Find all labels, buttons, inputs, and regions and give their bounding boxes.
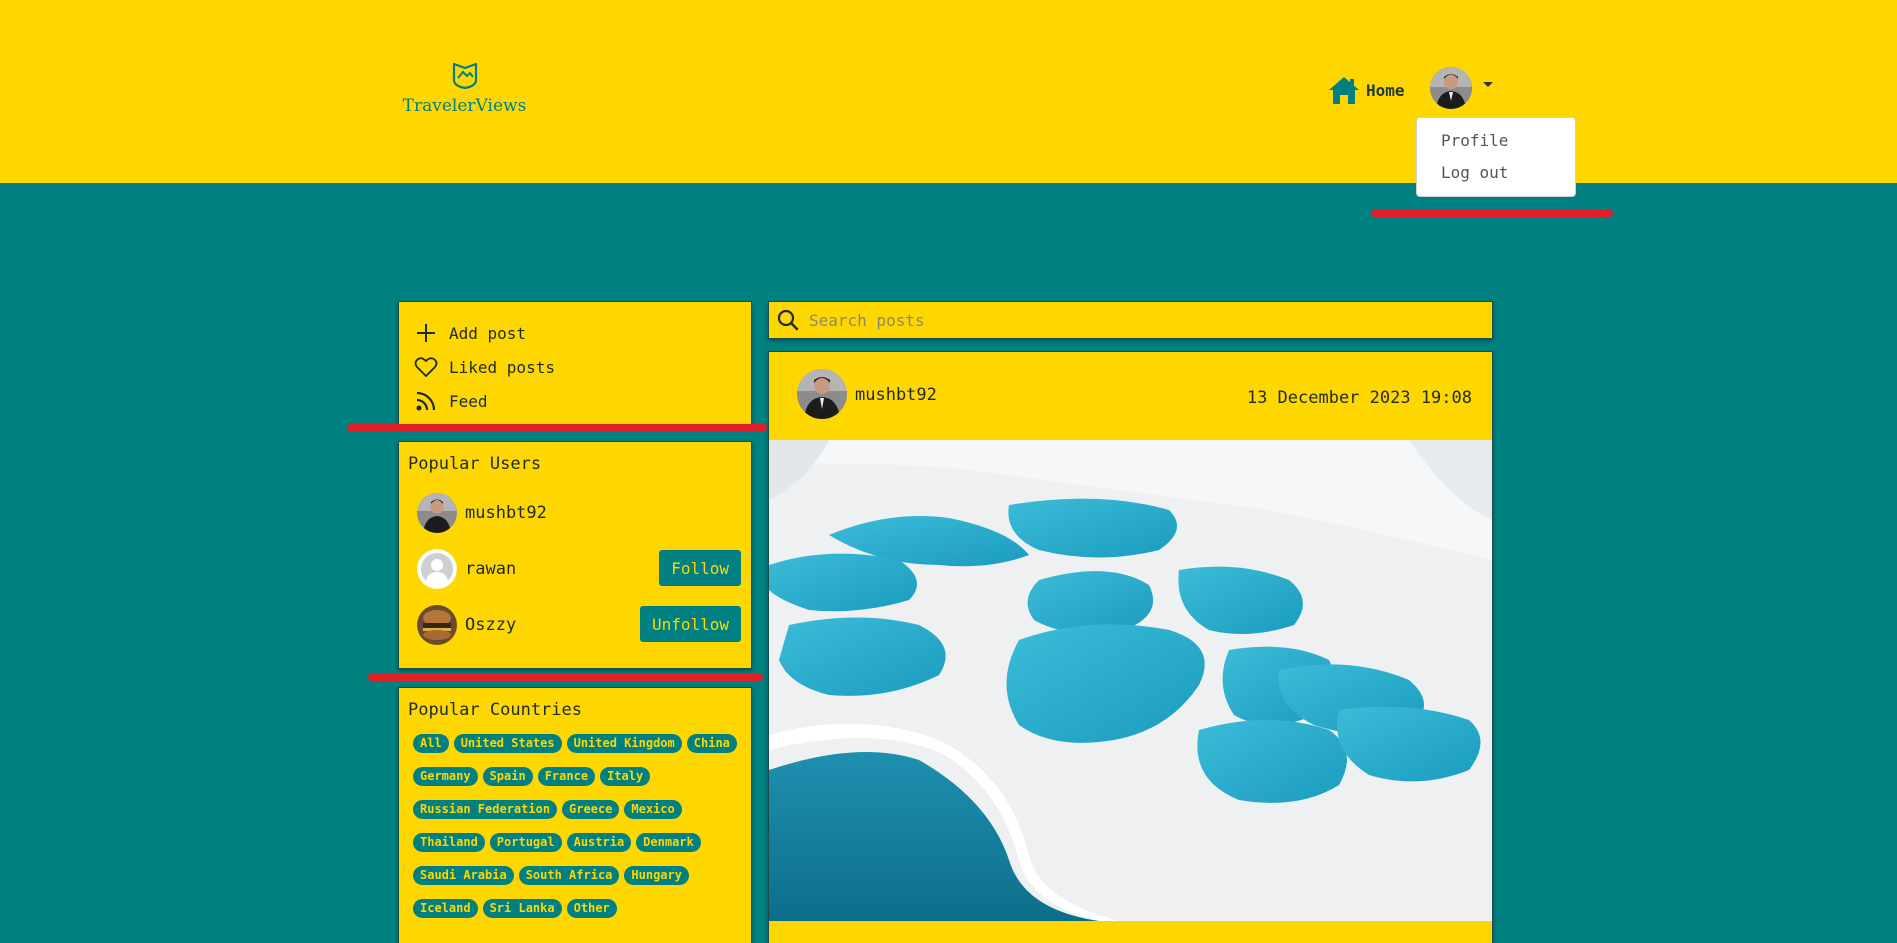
country-tag[interactable]: Denmark [636, 833, 701, 852]
follow-button[interactable]: Follow [659, 550, 741, 586]
country-tag[interactable]: Portugal [489, 833, 562, 852]
popular-user-name[interactable]: mushbt92 [465, 503, 547, 523]
country-tag[interactable]: South Africa [518, 866, 620, 885]
post-date: 13 December 2023 19:08 [1246, 388, 1472, 408]
brand-name: TravelerViews [402, 96, 527, 116]
house-icon [1329, 77, 1359, 104]
nav-home-link[interactable]: Home [1328, 72, 1405, 108]
popular-countries-title: Popular Countries [408, 700, 582, 720]
country-tag[interactable]: United States [453, 734, 562, 753]
country-tag[interactable]: Russian Federation [413, 800, 558, 819]
country-tag[interactable]: Mexico [624, 800, 682, 819]
brand-link[interactable]: TravelerViews [402, 60, 527, 116]
popular-users-panel: Popular Users mushbt92 rawan Follow Oszz… [398, 441, 752, 669]
country-tag[interactable]: Italy [600, 767, 651, 786]
country-tag[interactable]: Saudi Arabia [413, 866, 514, 885]
user-dropdown-menu: Profile Log out [1416, 117, 1576, 197]
chevron-down-icon[interactable] [1483, 82, 1493, 87]
annotation-underline-users [368, 673, 763, 681]
country-tags: All United States United Kingdom China G… [399, 720, 739, 932]
country-tag[interactable]: Hungary [624, 866, 689, 885]
annotation-underline-dropdown [1371, 209, 1613, 217]
country-tag[interactable]: All [413, 734, 449, 753]
country-tag[interactable]: Spain [482, 767, 533, 786]
dropdown-item-profile[interactable]: Profile [1441, 130, 1575, 162]
country-tag[interactable]: Other [566, 899, 617, 918]
popular-user-name[interactable]: rawan [465, 559, 516, 579]
user-avatar-menu[interactable] [1430, 67, 1472, 109]
country-tag[interactable]: Thailand [413, 833, 485, 852]
country-tag[interactable]: China [686, 734, 737, 753]
unfollow-button[interactable]: Unfollow [639, 606, 741, 642]
mountain-shield-icon [452, 62, 477, 90]
nav-home-label: Home [1366, 80, 1405, 100]
plus-icon [413, 320, 439, 346]
sidebar-item-liked-posts[interactable]: Liked posts [399, 350, 751, 384]
post-author[interactable]: mushbt92 [855, 385, 937, 405]
sidebar-item-label: Liked posts [449, 357, 555, 377]
post-header: mushbt92 13 December 2023 19:08 [769, 352, 1492, 440]
post-card: mushbt92 13 December 2023 19:08 [768, 351, 1493, 943]
post-image[interactable] [769, 440, 1492, 921]
country-tag[interactable]: Iceland [413, 899, 478, 918]
annotation-underline-menu [347, 424, 767, 432]
sidebar-item-label: Add post [449, 323, 527, 343]
search-input[interactable] [809, 310, 1459, 330]
avatar[interactable] [797, 369, 847, 419]
search-bar [768, 301, 1493, 339]
country-tag[interactable]: Austria [566, 833, 632, 852]
sidebar-item-label: Feed [449, 391, 488, 411]
country-tag[interactable]: France [537, 767, 596, 786]
avatar [1430, 67, 1472, 109]
country-tag[interactable]: Germany [413, 767, 478, 786]
avatar[interactable] [417, 605, 457, 645]
list-item: mushbt92 [417, 491, 747, 535]
rss-icon [413, 388, 439, 414]
avatar[interactable] [417, 549, 457, 589]
country-tag[interactable]: Sri Lanka [482, 899, 562, 918]
avatar[interactable] [417, 493, 457, 533]
popular-user-name[interactable]: Oszzy [465, 615, 516, 635]
sidebar-item-add-post[interactable]: Add post [399, 316, 751, 350]
dropdown-item-logout[interactable]: Log out [1441, 162, 1575, 194]
country-tag[interactable]: Greece [562, 800, 620, 819]
sidebar-item-feed[interactable]: Feed [399, 384, 751, 418]
search-icon [777, 309, 799, 331]
sidebar-menu-panel: Add post Liked posts Feed [398, 301, 752, 425]
country-tag[interactable]: United Kingdom [566, 734, 682, 753]
heart-icon [413, 354, 439, 380]
popular-users-title: Popular Users [408, 454, 542, 474]
top-navbar: TravelerViews Home Profile Log out [0, 0, 1897, 197]
popular-countries-panel: Popular Countries All United States Unit… [398, 687, 752, 943]
